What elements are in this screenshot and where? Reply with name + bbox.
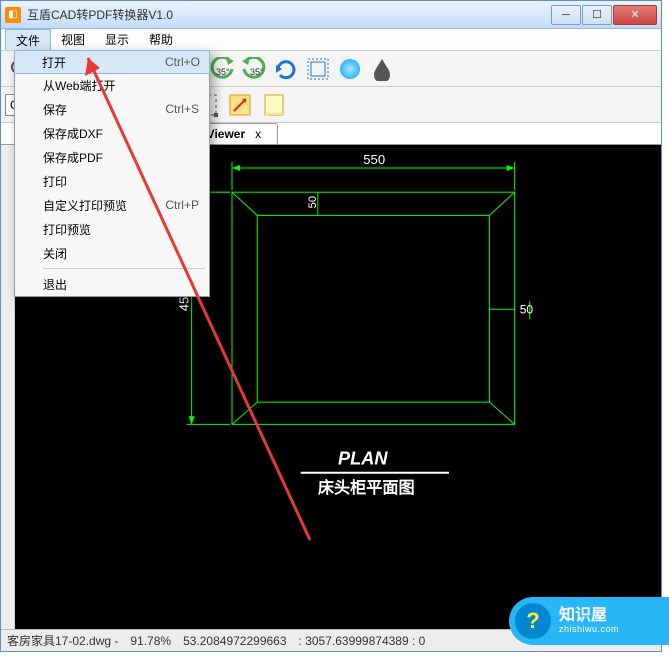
menubar: 文件 视图 显示 帮助 — [1, 29, 661, 51]
menu-separator — [43, 268, 205, 269]
menu-custom-preview[interactable]: 自定义打印预览 Ctrl+P — [15, 193, 209, 217]
droplet-icon[interactable] — [367, 54, 397, 84]
svg-text:35°: 35° — [216, 67, 230, 77]
menu-exit[interactable]: 退出 — [15, 272, 209, 296]
svg-text:50: 50 — [520, 302, 534, 316]
arrow-tool-icon[interactable] — [225, 90, 255, 120]
menu-save[interactable]: 保存 Ctrl+S — [15, 97, 209, 121]
select-window-icon[interactable] — [303, 54, 333, 84]
status-x: 53.2084972299663 — [183, 634, 286, 648]
menu-open-web[interactable]: 从Web端打开 — [15, 73, 209, 97]
svg-text:35°: 35° — [250, 67, 264, 77]
tab-close-icon[interactable]: x — [255, 127, 261, 141]
menu-save-dxf[interactable]: 保存成DXF — [15, 121, 209, 145]
minimize-button[interactable]: ─ — [551, 5, 581, 25]
rotate-cw-icon[interactable]: 35° — [239, 54, 269, 84]
window-controls: ─ ☐ ✕ — [550, 5, 657, 25]
menu-print[interactable]: 打印 — [15, 169, 209, 193]
maximize-button[interactable]: ☐ — [582, 5, 612, 25]
left-gutter — [1, 145, 15, 629]
close-button[interactable]: ✕ — [613, 5, 657, 25]
svg-text:PLAN: PLAN — [338, 449, 388, 469]
menu-help[interactable]: 帮助 — [139, 29, 183, 50]
status-y: : 3057.63999874389 : 0 — [299, 634, 426, 648]
menu-open[interactable]: 打开 Ctrl+O — [14, 50, 210, 74]
status-zoom: 91.78% — [130, 634, 171, 648]
watermark-icon: ? — [515, 603, 551, 639]
sphere-icon[interactable] — [335, 54, 365, 84]
svg-text:50: 50 — [307, 196, 319, 208]
menu-close-file[interactable]: 关闭 — [15, 241, 209, 265]
svg-text:550: 550 — [363, 152, 385, 167]
menu-display[interactable]: 显示 — [95, 29, 139, 50]
window-title: 互盾CAD转PDF转换器V1.0 — [27, 6, 550, 23]
menu-save-pdf[interactable]: 保存成PDF — [15, 145, 209, 169]
script-icon[interactable] — [259, 90, 289, 120]
rotate-ccw-icon[interactable]: 35° — [207, 54, 237, 84]
svg-text:床头柜平面图: 床头柜平面图 — [318, 478, 415, 497]
titlebar: ◧ 互盾CAD转PDF转换器V1.0 ─ ☐ ✕ — [1, 1, 661, 29]
watermark-brand: 知识屋 — [559, 608, 619, 624]
menu-file[interactable]: 文件 — [5, 29, 51, 50]
watermark-url: zhishiwu.com — [559, 624, 619, 634]
menu-print-preview[interactable]: 打印预览 — [15, 217, 209, 241]
app-icon: ◧ — [5, 7, 21, 23]
menu-view[interactable]: 视图 — [51, 29, 95, 50]
status-file: 客房家具17-02.dwg - — [7, 632, 118, 649]
watermark-badge: ? 知识屋 zhishiwu.com — [509, 597, 669, 645]
file-menu-dropdown: 打开 Ctrl+O 从Web端打开 保存 Ctrl+S 保存成DXF 保存成PD… — [14, 50, 210, 297]
refresh-icon[interactable] — [271, 54, 301, 84]
